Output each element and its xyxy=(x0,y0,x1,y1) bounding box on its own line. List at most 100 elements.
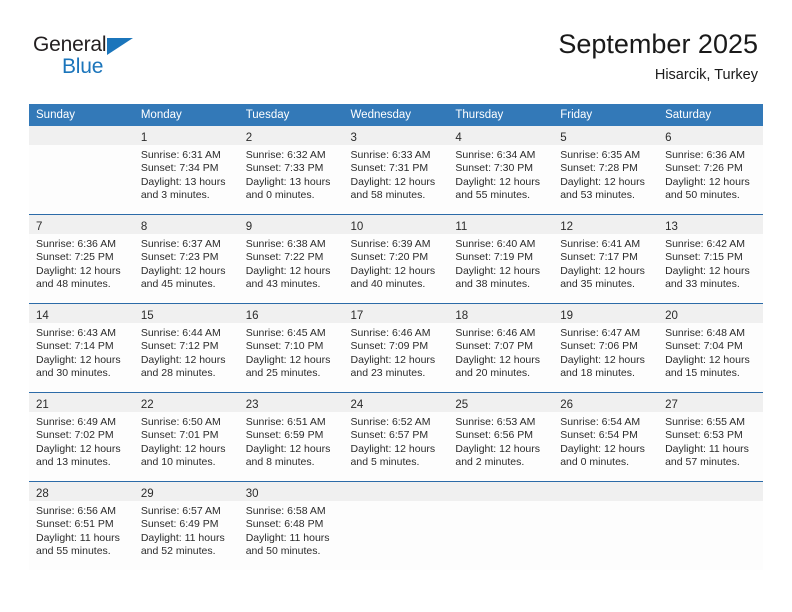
day-cell[interactable] xyxy=(29,126,134,215)
day-cell[interactable]: 17 Sunrise: 6:46 AM Sunset: 7:09 PM Dayl… xyxy=(343,303,449,393)
daylight-text-line1: Daylight: 12 hours xyxy=(350,264,436,277)
column-header-sunday: Sunday xyxy=(29,104,134,126)
day-details: Sunrise: 6:41 AM Sunset: 7:17 PM Dayligh… xyxy=(553,234,658,292)
sunrise-text: Sunrise: 6:36 AM xyxy=(665,149,746,161)
day-cell[interactable]: 11 Sunrise: 6:40 AM Sunset: 7:19 PM Dayl… xyxy=(448,214,554,304)
day-details: Sunrise: 6:58 AM Sunset: 6:48 PM Dayligh… xyxy=(239,501,344,559)
day-cell[interactable]: 13 Sunrise: 6:42 AM Sunset: 7:15 PM Dayl… xyxy=(658,214,763,304)
generalblue-logo[interactable]: General Blue xyxy=(33,33,163,81)
day-number: 6 xyxy=(665,132,672,144)
sunset-text: Sunset: 6:54 PM xyxy=(560,429,638,442)
daylight-text-line2: and 55 minutes. xyxy=(36,545,111,558)
day-number: 3 xyxy=(350,132,357,144)
day-details: Sunrise: 6:50 AM Sunset: 7:01 PM Dayligh… xyxy=(134,412,239,470)
logo-text-general: General xyxy=(33,33,107,56)
daylight-text-line2: and 55 minutes. xyxy=(455,189,531,202)
day-cell[interactable]: 5 Sunrise: 6:35 AM Sunset: 7:28 PM Dayli… xyxy=(553,126,659,215)
day-cell[interactable] xyxy=(658,481,763,570)
week-row: 1 Sunrise: 6:31 AM Sunset: 7:34 PM Dayli… xyxy=(29,126,763,215)
daylight-text-line1: Daylight: 12 hours xyxy=(36,442,121,455)
day-cell[interactable]: 8 Sunrise: 6:37 AM Sunset: 7:23 PM Dayli… xyxy=(133,214,239,304)
column-header-thursday: Thursday xyxy=(448,104,554,126)
day-details: Sunrise: 6:48 AM Sunset: 7:04 PM Dayligh… xyxy=(658,323,763,381)
daylight-text-line2: and 23 minutes. xyxy=(350,367,426,380)
week-row: 28 Sunrise: 6:56 AM Sunset: 6:51 PM Dayl… xyxy=(29,481,763,570)
day-cell[interactable]: 1 Sunrise: 6:31 AM Sunset: 7:34 PM Dayli… xyxy=(133,126,239,215)
daylight-text-line2: and 45 minutes. xyxy=(140,278,216,291)
daylight-text-line1: Daylight: 12 hours xyxy=(245,264,331,277)
day-cell[interactable]: 24 Sunrise: 6:52 AM Sunset: 6:57 PM Dayl… xyxy=(343,392,449,482)
day-number: 21 xyxy=(36,399,49,411)
day-cell[interactable]: 26 Sunrise: 6:54 AM Sunset: 6:54 PM Dayl… xyxy=(553,392,659,482)
day-cell[interactable] xyxy=(553,481,659,570)
day-cell[interactable]: 6 Sunrise: 6:36 AM Sunset: 7:26 PM Dayli… xyxy=(658,126,763,215)
sunset-text: Sunset: 6:53 PM xyxy=(665,429,743,442)
day-cell[interactable]: 25 Sunrise: 6:53 AM Sunset: 6:56 PM Dayl… xyxy=(448,392,554,482)
day-details: Sunrise: 6:31 AM Sunset: 7:34 PM Dayligh… xyxy=(134,145,239,203)
day-details: Sunrise: 6:43 AM Sunset: 7:14 PM Dayligh… xyxy=(29,323,134,381)
sunrise-text: Sunrise: 6:47 AM xyxy=(560,327,641,339)
day-cell[interactable]: 3 Sunrise: 6:33 AM Sunset: 7:31 PM Dayli… xyxy=(343,126,449,215)
day-details xyxy=(658,501,763,505)
day-details: Sunrise: 6:55 AM Sunset: 6:53 PM Dayligh… xyxy=(658,412,763,470)
column-header-tuesday: Tuesday xyxy=(238,104,344,126)
day-cell[interactable]: 23 Sunrise: 6:51 AM Sunset: 6:59 PM Dayl… xyxy=(238,392,344,482)
daylight-text-line1: Daylight: 12 hours xyxy=(350,175,436,188)
daylight-text-line2: and 50 minutes. xyxy=(665,189,740,202)
day-cell[interactable]: 22 Sunrise: 6:50 AM Sunset: 7:01 PM Dayl… xyxy=(133,392,239,482)
day-cell[interactable]: 19 Sunrise: 6:47 AM Sunset: 7:06 PM Dayl… xyxy=(553,303,659,393)
daylight-text-line1: Daylight: 12 hours xyxy=(350,353,436,366)
sunset-text: Sunset: 6:57 PM xyxy=(350,429,429,442)
day-number: 2 xyxy=(245,132,253,144)
daylight-text-line2: and 15 minutes. xyxy=(665,367,740,380)
daylight-text-line2: and 20 minutes. xyxy=(455,367,531,380)
daylight-text-line1: Daylight: 12 hours xyxy=(665,353,750,366)
day-cell[interactable]: 10 Sunrise: 6:39 AM Sunset: 7:20 PM Dayl… xyxy=(343,214,449,304)
daylight-text-line1: Daylight: 12 hours xyxy=(665,264,750,277)
day-details: Sunrise: 6:40 AM Sunset: 7:19 PM Dayligh… xyxy=(448,234,553,292)
sunrise-text: Sunrise: 6:53 AM xyxy=(455,416,536,428)
day-details: Sunrise: 6:44 AM Sunset: 7:12 PM Dayligh… xyxy=(134,323,239,381)
day-cell[interactable]: 7 Sunrise: 6:36 AM Sunset: 7:25 PM Dayli… xyxy=(29,214,134,304)
daylight-text-line1: Daylight: 12 hours xyxy=(350,442,436,455)
day-cell[interactable]: 15 Sunrise: 6:44 AM Sunset: 7:12 PM Dayl… xyxy=(133,303,239,393)
day-cell[interactable]: 2 Sunrise: 6:32 AM Sunset: 7:33 PM Dayli… xyxy=(238,126,344,215)
day-details: Sunrise: 6:51 AM Sunset: 6:59 PM Dayligh… xyxy=(239,412,344,470)
day-cell[interactable]: 20 Sunrise: 6:48 AM Sunset: 7:04 PM Dayl… xyxy=(658,303,763,393)
daylight-text-line1: Daylight: 12 hours xyxy=(455,442,541,455)
sunset-text: Sunset: 7:07 PM xyxy=(455,340,534,353)
day-cell[interactable] xyxy=(448,481,554,570)
day-cell[interactable]: 30 Sunrise: 6:58 AM Sunset: 6:48 PM Dayl… xyxy=(238,481,344,570)
day-number: 16 xyxy=(245,310,259,322)
day-cell[interactable]: 21 Sunrise: 6:49 AM Sunset: 7:02 PM Dayl… xyxy=(29,392,134,482)
day-number: 9 xyxy=(245,221,253,233)
daylight-text-line2: and 35 minutes. xyxy=(560,278,635,291)
daylight-text-line1: Daylight: 12 hours xyxy=(665,175,750,188)
day-cell[interactable]: 4 Sunrise: 6:34 AM Sunset: 7:30 PM Dayli… xyxy=(448,126,554,215)
day-number: 12 xyxy=(560,221,574,233)
day-cell[interactable]: 28 Sunrise: 6:56 AM Sunset: 6:51 PM Dayl… xyxy=(29,481,134,570)
day-cell[interactable]: 18 Sunrise: 6:46 AM Sunset: 7:07 PM Dayl… xyxy=(448,303,554,393)
sunrise-text: Sunrise: 6:48 AM xyxy=(665,327,746,339)
sunset-text: Sunset: 6:56 PM xyxy=(455,429,534,442)
day-cell[interactable]: 29 Sunrise: 6:57 AM Sunset: 6:49 PM Dayl… xyxy=(133,481,239,570)
logo-text-blue: Blue xyxy=(62,55,104,78)
day-cell[interactable]: 27 Sunrise: 6:55 AM Sunset: 6:53 PM Dayl… xyxy=(658,392,763,482)
day-details xyxy=(29,145,134,149)
day-number: 26 xyxy=(560,399,574,411)
daylight-text-line1: Daylight: 12 hours xyxy=(140,353,226,366)
day-details xyxy=(553,501,658,505)
day-cell[interactable]: 14 Sunrise: 6:43 AM Sunset: 7:14 PM Dayl… xyxy=(29,303,134,393)
day-number: 15 xyxy=(140,310,154,322)
day-number: 17 xyxy=(350,310,364,322)
day-cell[interactable] xyxy=(343,481,449,570)
day-cell[interactable]: 12 Sunrise: 6:41 AM Sunset: 7:17 PM Dayl… xyxy=(553,214,659,304)
daylight-text-line2: and 50 minutes. xyxy=(245,545,321,558)
sunset-text: Sunset: 7:15 PM xyxy=(665,251,743,264)
daylight-text-line2: and 0 minutes. xyxy=(245,189,315,202)
daylight-text-line2: and 40 minutes. xyxy=(350,278,426,291)
day-cell[interactable]: 9 Sunrise: 6:38 AM Sunset: 7:22 PM Dayli… xyxy=(238,214,344,304)
calendar-table: Sunday Monday Tuesday Wednesday Thursday… xyxy=(29,104,763,570)
sunrise-text: Sunrise: 6:55 AM xyxy=(665,416,746,428)
day-cell[interactable]: 16 Sunrise: 6:45 AM Sunset: 7:10 PM Dayl… xyxy=(238,303,344,393)
